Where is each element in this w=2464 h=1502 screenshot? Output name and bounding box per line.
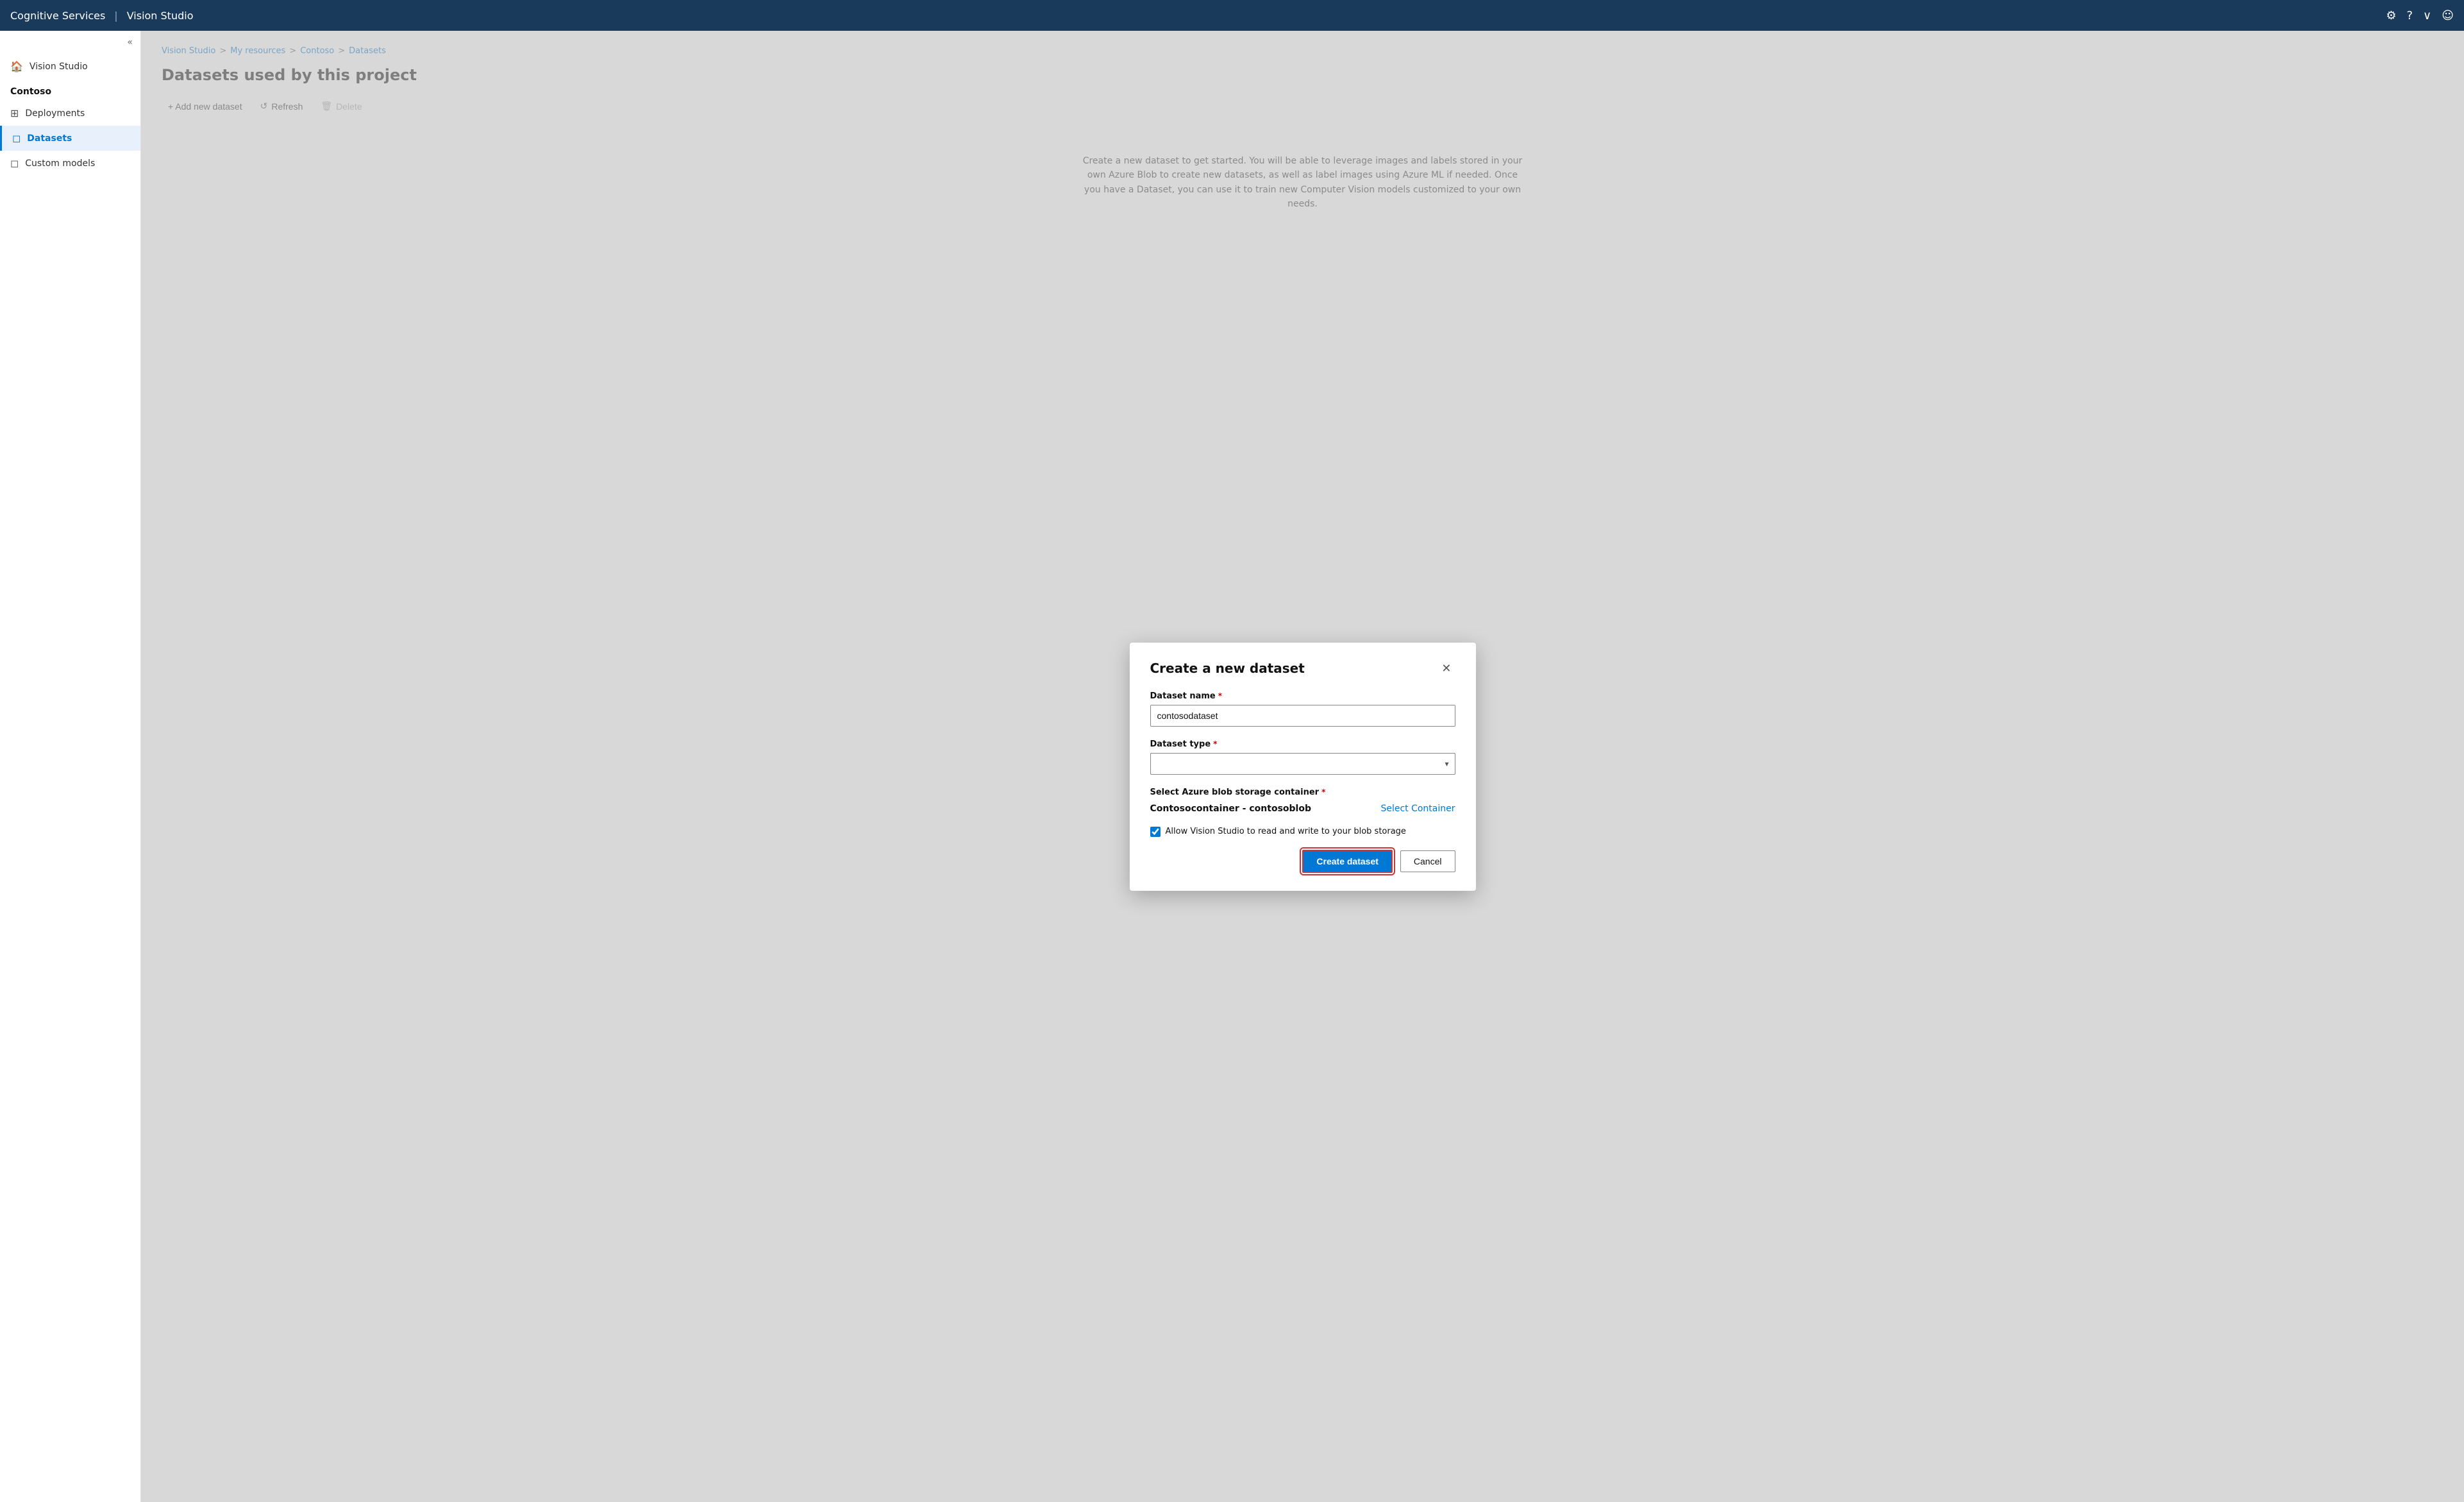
dataset-type-group: Dataset type * ▾ [1150,739,1455,775]
dataset-name-label: Dataset name * [1150,691,1455,701]
storage-label: Select Azure blob storage container * [1150,788,1455,797]
storage-section: Select Azure blob storage container * Co… [1150,788,1455,814]
dataset-name-input[interactable] [1150,705,1455,727]
sidebar-item-label: Custom models [25,158,95,169]
custom-models-icon: ◻ [10,157,19,169]
help-icon[interactable]: ? [2406,9,2413,22]
cancel-button[interactable]: Cancel [1400,850,1455,872]
brand-area: Cognitive Services | Vision Studio [10,10,193,22]
checkbox-label: Allow Vision Studio to read and write to… [1166,827,1406,836]
create-dataset-modal: Create a new dataset ✕ Dataset name * Da… [1130,643,1476,891]
dataset-name-group: Dataset name * [1150,691,1455,727]
brand-label: Cognitive Services [10,10,105,22]
nav-icons-area: ⚙ ? ∨ ☺ [2386,9,2454,22]
allow-access-checkbox[interactable] [1150,827,1161,837]
modal-close-button[interactable]: ✕ [1437,661,1455,675]
user-icon[interactable]: ☺ [2442,9,2454,22]
create-dataset-button[interactable]: Create dataset [1302,850,1393,873]
modal-footer: Create dataset Cancel [1150,850,1455,873]
dataset-type-label: Dataset type * [1150,739,1455,749]
nav-separator: | [114,10,117,22]
settings-icon[interactable]: ⚙ [2386,9,2396,22]
top-navigation: Cognitive Services | Vision Studio ⚙ ? ∨… [0,0,2464,31]
checkbox-row: Allow Vision Studio to read and write to… [1150,827,1455,837]
sidebar-item-label: Deployments [25,108,85,119]
dataset-type-select[interactable] [1150,753,1455,775]
modal-overlay: Create a new dataset ✕ Dataset name * Da… [141,31,2464,1502]
modal-title: Create a new dataset [1150,661,1305,676]
storage-required: * [1321,788,1325,797]
sidebar-item-deployments[interactable]: ⊞ Deployments [0,101,140,126]
dataset-type-select-wrapper: ▾ [1150,753,1455,775]
sidebar-item-custom-models[interactable]: ◻ Custom models [0,151,140,176]
product-label: Vision Studio [127,10,194,22]
datasets-icon: ◻ [12,132,21,144]
content-area: Vision Studio > My resources > Contoso >… [141,31,2464,1502]
sidebar-item-label: Datasets [27,133,72,144]
home-icon: 🏠 [10,60,23,72]
sidebar-home-item[interactable]: 🏠 Vision Studio [0,54,140,79]
chevron-down-icon[interactable]: ∨ [2423,9,2431,22]
sidebar-collapse-button[interactable]: « [0,31,140,54]
sidebar-item-datasets[interactable]: ◻ Datasets [0,126,140,151]
storage-row: Contosocontainer - contosoblob Select Co… [1150,804,1455,814]
dataset-name-required: * [1218,691,1222,700]
modal-header: Create a new dataset ✕ [1150,661,1455,676]
select-container-link[interactable]: Select Container [1380,804,1455,814]
sidebar: « 🏠 Vision Studio Contoso ⊞ Deployments … [0,31,141,1502]
main-layout: « 🏠 Vision Studio Contoso ⊞ Deployments … [0,31,2464,1502]
sidebar-home-label: Vision Studio [29,62,88,72]
sidebar-section-label: Contoso [0,79,140,101]
storage-container-name: Contosocontainer - contosoblob [1150,804,1311,814]
dataset-type-required: * [1213,739,1217,748]
deployments-icon: ⊞ [10,107,19,119]
